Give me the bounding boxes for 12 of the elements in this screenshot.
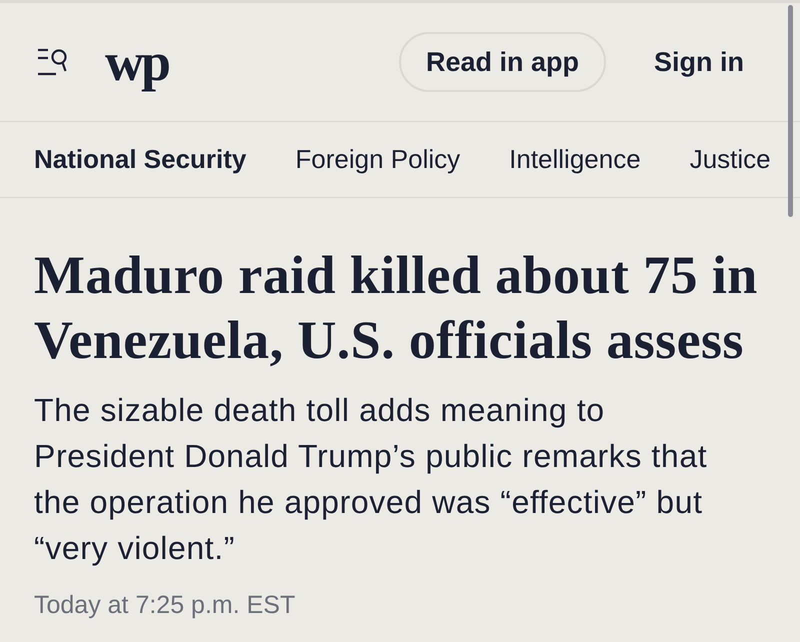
article-summary: The sizable death toll adds meaning to President Donald Trump’s public remarks that the operation he approved was “effective” but “very violent.” — [34, 391, 708, 568]
article-headline: Maduro raid killed about 75 in Venezuela, U.S. officials assess — [34, 244, 759, 372]
logo[interactable]: wp — [105, 30, 172, 94]
publish-time: Today at 7:25 p.m. EST — [34, 591, 296, 620]
read-in-app-button[interactable]: Read in app — [398, 32, 606, 92]
section-tab[interactable]: Foreign Policy — [295, 144, 460, 175]
section-tab[interactable]: Justice — [690, 144, 771, 175]
section-tab[interactable]: National Security — [34, 144, 246, 175]
sign-in-link[interactable]: Sign in — [654, 42, 744, 82]
menu-search-icon[interactable] — [37, 48, 67, 76]
section-tab[interactable]: Intelligence — [509, 144, 641, 175]
scrollbar-thumb[interactable] — [788, 5, 793, 217]
